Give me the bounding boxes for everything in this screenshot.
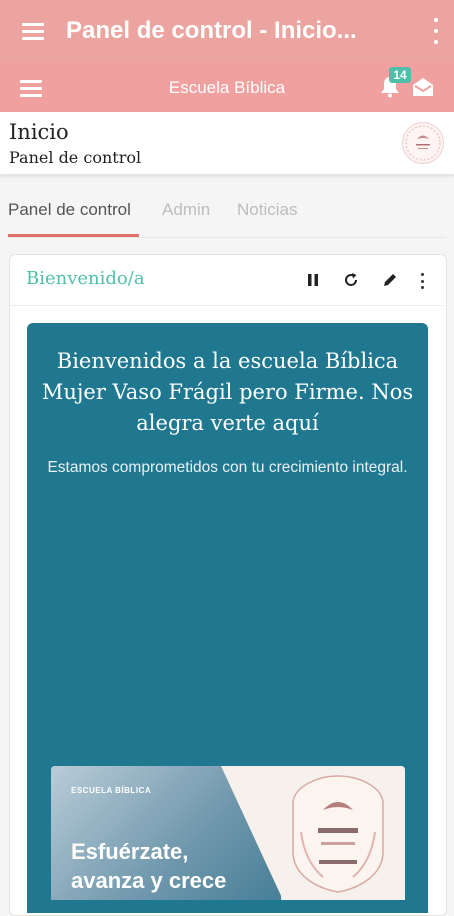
banner-slogan-line1: Esfuérzate, <box>71 839 189 864</box>
card-more-icon[interactable] <box>419 273 425 289</box>
card-divider <box>10 305 444 306</box>
menu-button[interactable] <box>0 0 66 62</box>
page-header: Inicio Panel de control <box>0 112 454 175</box>
app-bar-title: Panel de control - Inicio... <box>66 17 357 44</box>
page-title: Inicio <box>9 120 69 144</box>
tab-admin[interactable]: Admin <box>162 200 210 220</box>
envelope-icon[interactable] <box>412 77 434 97</box>
banner-kicker: ESCUELA BÍBLICA <box>71 786 152 795</box>
tab-noticias[interactable]: Noticias <box>237 200 297 220</box>
more-vert-icon[interactable] <box>432 18 440 44</box>
pause-icon[interactable] <box>305 272 321 288</box>
tab-divider <box>8 237 446 238</box>
card-title: Bienvenido/a <box>26 268 145 289</box>
slide-text: Estamos comprometidos con tu crecimiento… <box>47 459 408 476</box>
notification-badge: 14 <box>389 67 411 83</box>
menu-icon <box>22 19 44 44</box>
app-bar: Panel de control - Inicio... <box>0 0 454 62</box>
refresh-icon[interactable] <box>343 272 359 288</box>
promo-banner: ESCUELA BÍBLICA Esfuérzate, avanza y cre… <box>51 766 405 900</box>
page-subtitle: Panel de control <box>9 148 142 167</box>
school-logo <box>402 122 444 164</box>
active-tab-indicator <box>8 234 139 237</box>
pencil-icon[interactable] <box>382 272 398 288</box>
tab-panel-de-control[interactable]: Panel de control <box>8 200 131 220</box>
banner-crest-logo <box>292 775 384 893</box>
banner-slogan-line2: avanza y crece <box>71 868 227 893</box>
slide-heading: Bienvenidos a la escuela Bíblica Mujer V… <box>41 349 414 435</box>
tab-bar: Panel de control Admin Noticias <box>0 190 454 238</box>
banner-slogan: Esfuérzate, avanza y crece <box>71 837 226 895</box>
